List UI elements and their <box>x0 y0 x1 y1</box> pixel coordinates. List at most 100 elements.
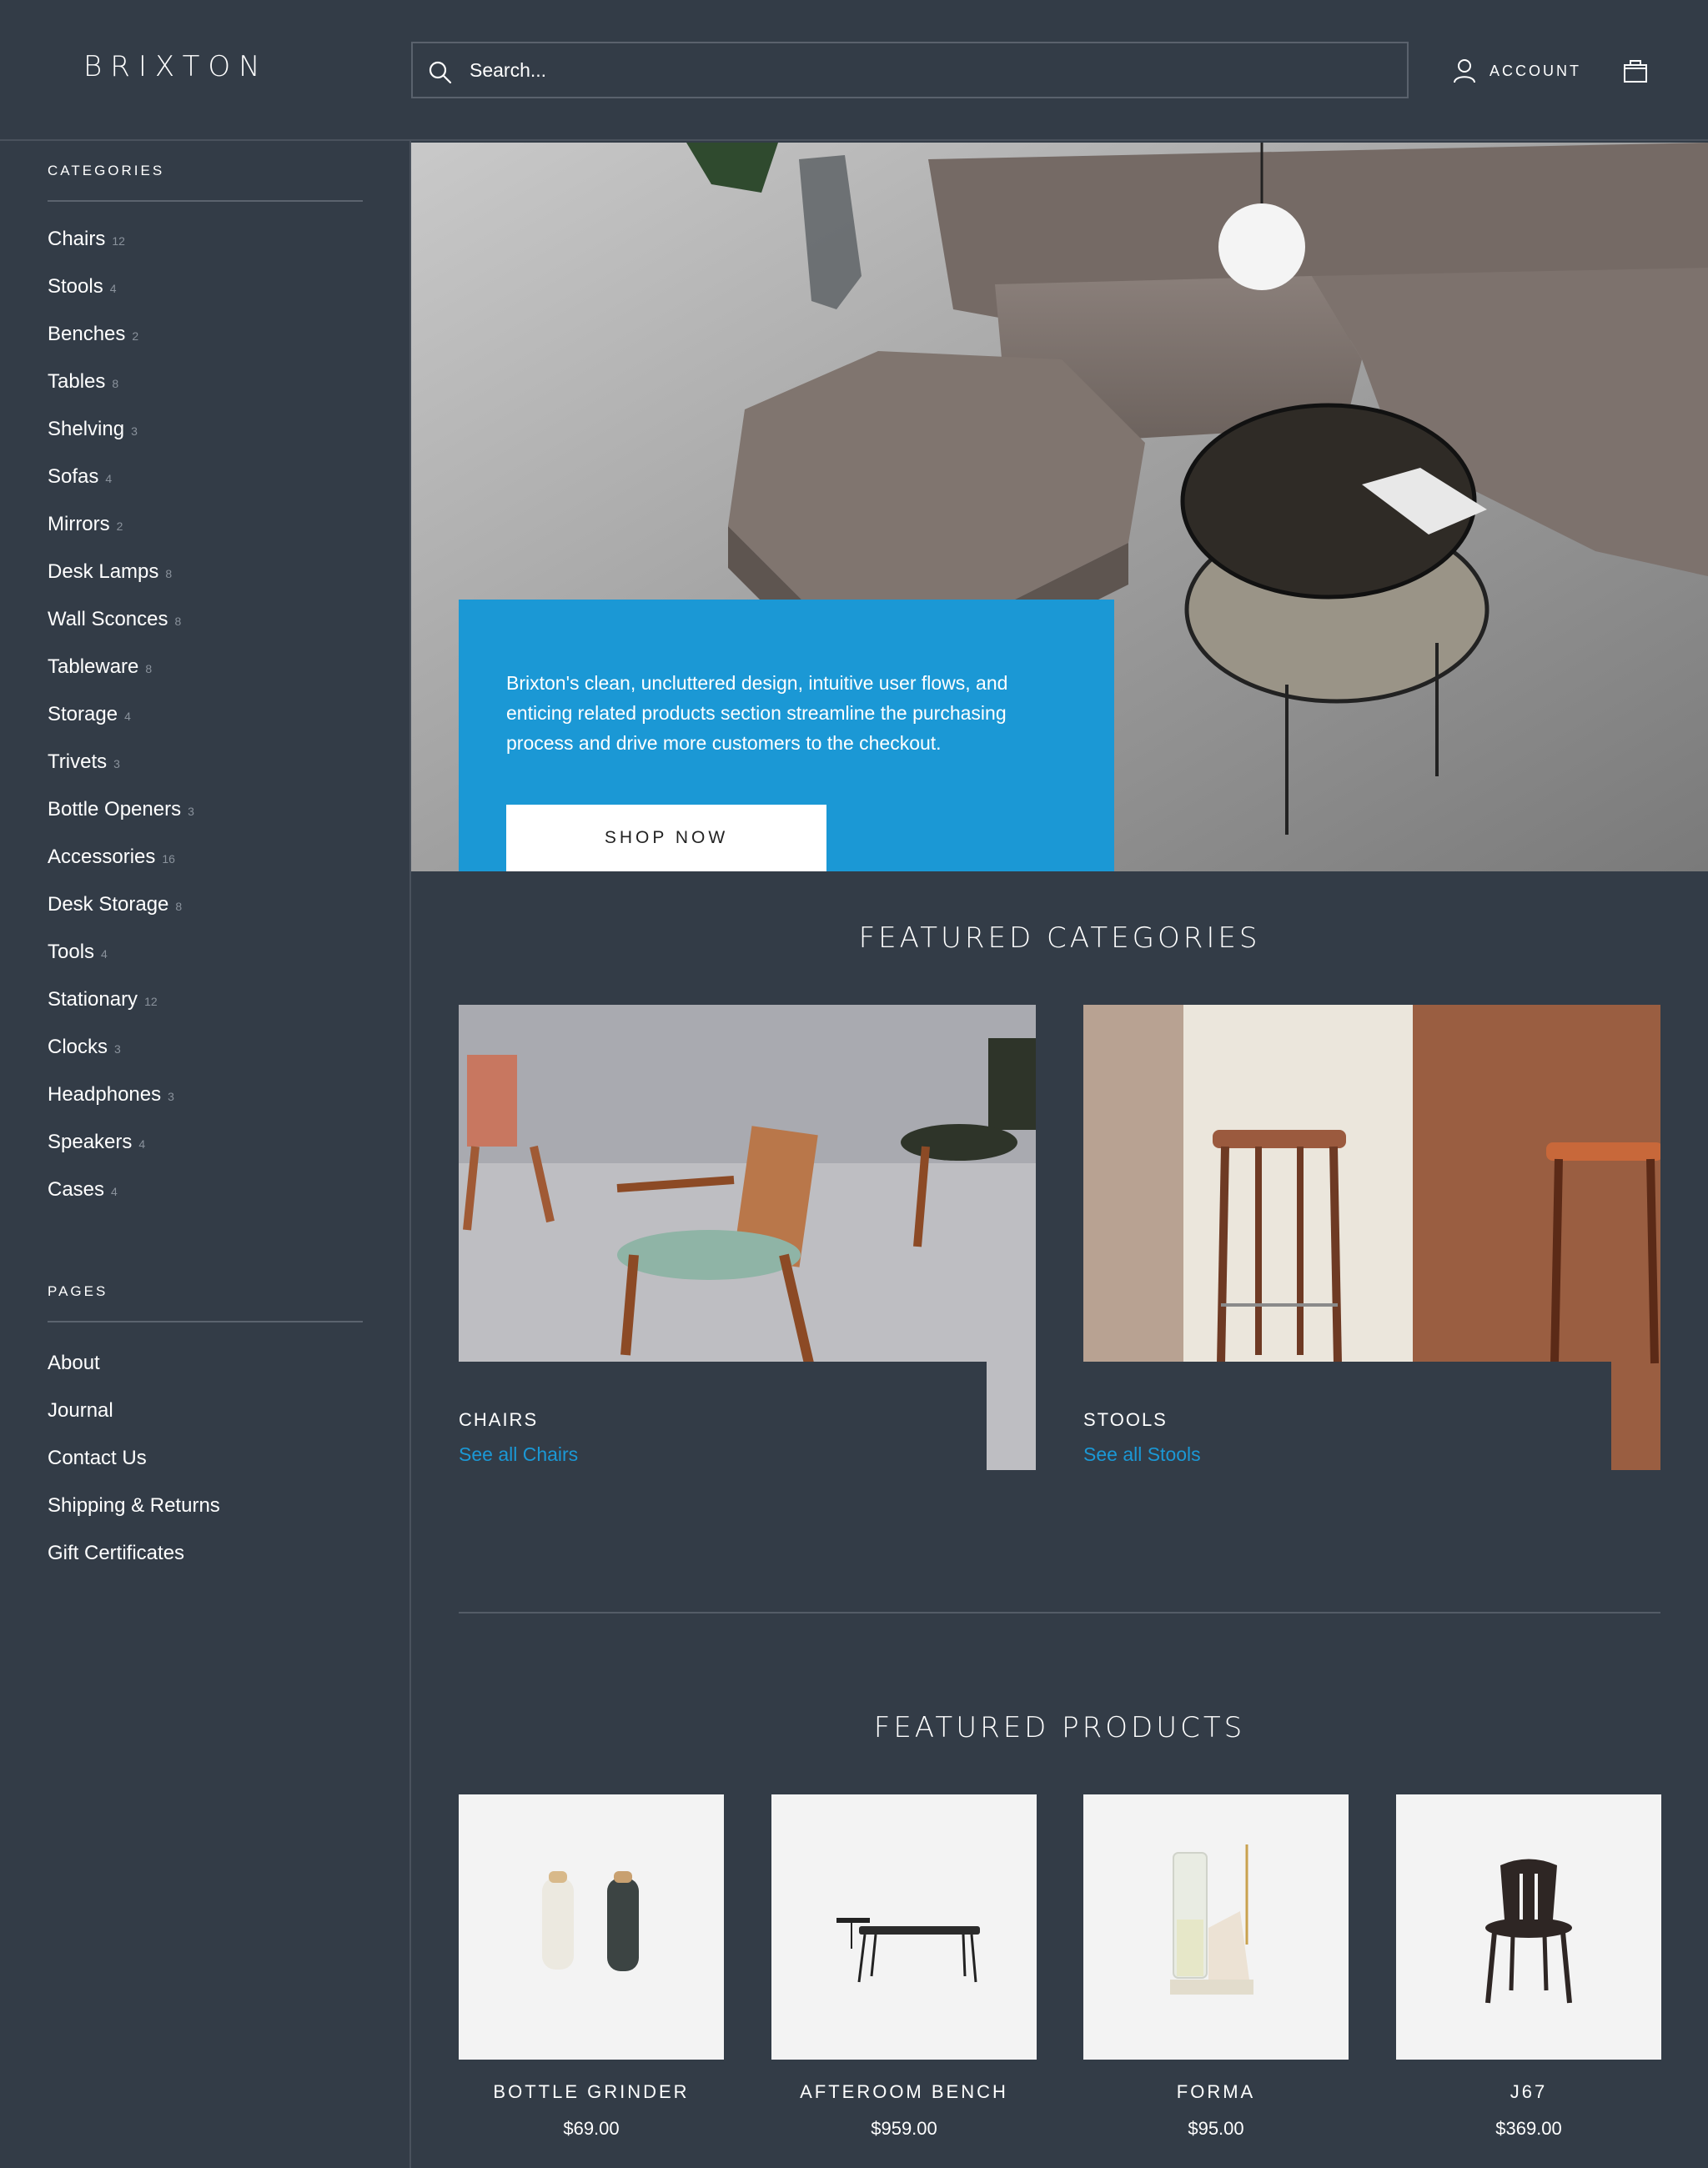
category-count: 12 <box>144 995 158 1008</box>
product-card-afteroom-bench[interactable]: AFTEROOM BENCH $959.00 <box>771 1794 1037 2140</box>
category-label: Headphones <box>48 1083 162 1106</box>
page-link-shipping-returns[interactable]: Shipping & Returns <box>48 1494 220 1542</box>
category-label: Clocks <box>48 1036 108 1058</box>
category-label: Stools <box>48 275 103 298</box>
category-label: Tables <box>48 370 106 393</box>
category-card-chairs[interactable]: CHAIRS See all Chairs <box>459 1005 1036 1470</box>
category-count: 8 <box>112 377 119 390</box>
product-card-bottle-grinder[interactable]: BOTTLE GRINDER $69.00 <box>459 1794 724 2140</box>
category-count: 4 <box>101 947 108 961</box>
category-count: 4 <box>109 282 117 295</box>
category-label: Benches <box>48 323 126 345</box>
category-label: Mirrors <box>48 513 110 535</box>
sidebar-item-storage[interactable]: Storage 4 <box>48 703 194 750</box>
pages-list: About Journal Contact Us Shipping & Retu… <box>48 1352 220 1589</box>
sidebar-item-benches[interactable]: Benches 2 <box>48 323 194 370</box>
category-count: 3 <box>113 757 120 770</box>
featured-products-title: FEATURED PRODUCTS <box>873 1711 1246 1744</box>
category-card-stools[interactable]: STOOLS See all Stools <box>1083 1005 1660 1470</box>
category-label: Wall Sconces <box>48 608 168 630</box>
product-image[interactable] <box>1083 1794 1349 2060</box>
sidebar-item-bottle-openers[interactable]: Bottle Openers 3 <box>48 798 194 846</box>
featured-categories-title: FEATURED CATEGORIES <box>858 921 1261 955</box>
category-count: 8 <box>175 900 183 913</box>
sidebar-item-wall-sconces[interactable]: Wall Sconces 8 <box>48 608 194 655</box>
product-image[interactable] <box>459 1794 724 2060</box>
category-count: 16 <box>162 852 175 866</box>
category-label: Shelving <box>48 418 125 440</box>
sidebar-item-mirrors[interactable]: Mirrors 2 <box>48 513 194 560</box>
product-price: $959.00 <box>871 2118 937 2139</box>
hero-callout: Brixton's clean, uncluttered design, int… <box>459 600 1114 871</box>
sidebar-item-desk-storage[interactable]: Desk Storage 8 <box>48 893 194 941</box>
sidebar-item-stationary[interactable]: Stationary 12 <box>48 988 194 1036</box>
product-card-forma[interactable]: FORMA $95.00 <box>1083 1794 1349 2140</box>
categories-heading: CATEGORIES <box>48 163 165 178</box>
search-input[interactable] <box>470 43 1387 97</box>
product-name[interactable]: AFTEROOM BENCH <box>771 2081 1037 2103</box>
category-count: 8 <box>174 615 182 628</box>
brand-logo[interactable]: BRIXTON <box>83 50 269 83</box>
sidebar-item-tools[interactable]: Tools 4 <box>48 941 194 988</box>
product-price: $369.00 <box>1495 2118 1562 2139</box>
category-count: 3 <box>131 424 138 438</box>
category-label: Cases <box>48 1178 105 1201</box>
product-image[interactable] <box>771 1794 1037 2060</box>
category-label: Speakers <box>48 1131 133 1153</box>
category-label: Bottle Openers <box>48 798 182 821</box>
category-label: Accessories <box>48 846 156 868</box>
page-link-about[interactable]: About <box>48 1352 220 1399</box>
sidebar-item-tableware[interactable]: Tableware 8 <box>48 655 194 703</box>
search-icon <box>429 61 452 84</box>
product-card-j67[interactable]: J67 $369.00 <box>1396 1794 1661 2140</box>
search-bar[interactable] <box>411 42 1409 98</box>
category-list: Chairs 12 Stools 4 Benches 2 Tables 8 Shelvi… <box>48 228 194 1226</box>
sidebar-item-cases[interactable]: Cases 4 <box>48 1178 194 1226</box>
category-label: Chairs <box>48 228 106 250</box>
product-name[interactable]: BOTTLE GRINDER <box>459 2081 724 2103</box>
sidebar-item-tables[interactable]: Tables 8 <box>48 370 194 418</box>
category-count: 3 <box>114 1042 121 1056</box>
category-label: Storage <box>48 703 118 725</box>
sidebar-item-accessories[interactable]: Accessories 16 <box>48 846 194 893</box>
category-count: 4 <box>111 1185 118 1198</box>
sidebar-item-speakers[interactable]: Speakers 4 <box>48 1131 194 1178</box>
product-name[interactable]: FORMA <box>1083 2081 1349 2103</box>
see-all-chairs-link[interactable]: See all Chairs <box>459 1443 578 1466</box>
shop-now-button[interactable]: SHOP NOW <box>506 805 826 871</box>
pages-divider <box>48 1321 363 1322</box>
sidebar-item-chairs[interactable]: Chairs 12 <box>48 228 194 275</box>
page-link-contact-us[interactable]: Contact Us <box>48 1447 220 1494</box>
category-count: 4 <box>138 1137 146 1151</box>
bag-icon[interactable] <box>1621 57 1650 85</box>
category-label: Desk Lamps <box>48 560 159 583</box>
category-count: 2 <box>132 329 139 343</box>
sidebar-item-trivets[interactable]: Trivets 3 <box>48 750 194 798</box>
sidebar-item-headphones[interactable]: Headphones 3 <box>48 1083 194 1131</box>
section-divider <box>459 1612 1660 1613</box>
product-name[interactable]: J67 <box>1396 2081 1661 2103</box>
category-count: 2 <box>116 519 123 533</box>
product-price: $95.00 <box>1188 2118 1244 2139</box>
account-label: ACCOUNT <box>1489 62 1581 79</box>
category-count: 8 <box>165 567 173 580</box>
sidebar-item-desk-lamps[interactable]: Desk Lamps 8 <box>48 560 194 608</box>
sidebar-item-shelving[interactable]: Shelving 3 <box>48 418 194 465</box>
sidebar-item-clocks[interactable]: Clocks 3 <box>48 1036 194 1083</box>
sidebar-item-stools[interactable]: Stools 4 <box>48 275 194 323</box>
pages-heading: PAGES <box>48 1283 108 1299</box>
category-count: 4 <box>124 710 131 723</box>
account-link[interactable]: ACCOUNT <box>1453 57 1581 85</box>
category-count: 3 <box>188 805 194 818</box>
sidebar-item-sofas[interactable]: Sofas 4 <box>48 465 194 513</box>
category-label: Tableware <box>48 655 139 678</box>
page-link-gift-certificates[interactable]: Gift Certificates <box>48 1542 220 1589</box>
see-all-stools-link[interactable]: See all Stools <box>1083 1443 1201 1466</box>
product-image[interactable] <box>1396 1794 1661 2060</box>
category-label: Stationary <box>48 988 138 1011</box>
category-label: Sofas <box>48 465 99 488</box>
category-label: Tools <box>48 941 95 963</box>
page-link-journal[interactable]: Journal <box>48 1399 220 1447</box>
hero-text: Brixton's clean, uncluttered design, int… <box>506 672 1008 754</box>
category-count: 3 <box>168 1090 174 1103</box>
